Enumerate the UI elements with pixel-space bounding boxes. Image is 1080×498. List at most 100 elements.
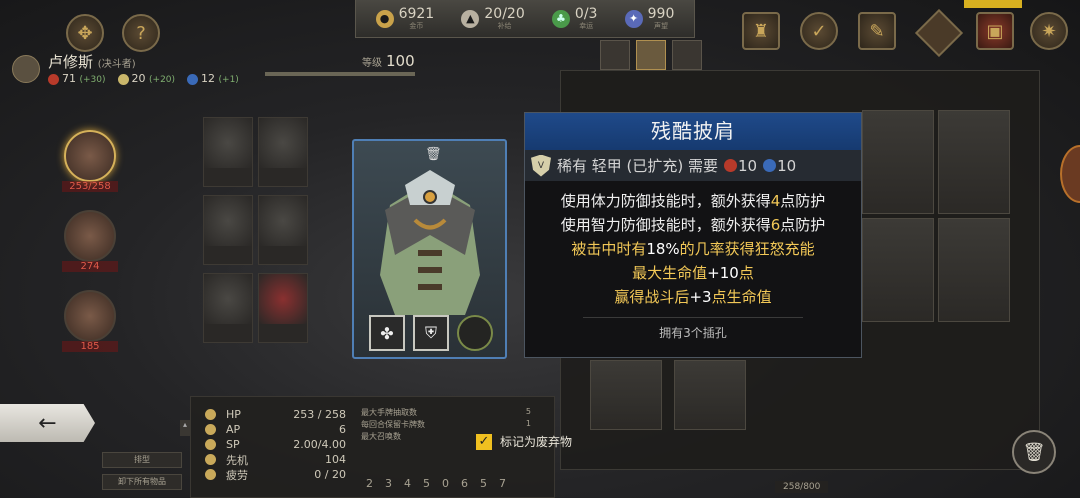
tooltip-subtitle: V 稀有 轻甲 (已扩充) 需要 10 10 <box>525 150 861 181</box>
party-portrait-3[interactable] <box>64 290 116 342</box>
tooltip-line-2: 使用智力防御技能时，额外获得6点防护 <box>560 216 826 234</box>
inventory-capacity: 258/800 <box>775 481 829 493</box>
stat-row-sp: SP 2.00/4.00 <box>191 437 346 452</box>
stat-hp-value: 71 <box>62 72 76 85</box>
collapse-toggle[interactable]: ▴ <box>180 420 190 436</box>
equip-slot-head[interactable] <box>203 117 253 187</box>
discard-checkbox[interactable]: ✓ <box>476 433 492 450</box>
scroll-icon[interactable]: ✎ <box>858 12 896 50</box>
luck-label: 幸运 <box>579 21 594 30</box>
item-card[interactable]: 🗑 ✤ ⛨ <box>352 139 507 359</box>
stat-armor-bonus: (+20) <box>149 75 176 85</box>
stat-cards-kept: 每回合保留卡牌数 1 <box>361 419 531 429</box>
stat-row-hp: HP 253 / 258 <box>191 407 346 422</box>
tab-weapons[interactable] <box>672 40 702 70</box>
clover-icon: ♣ <box>551 9 570 28</box>
equip-slot-gloves[interactable] <box>258 117 308 187</box>
trash-button[interactable]: 🗑 <box>1012 430 1056 474</box>
help-icon[interactable]: ? <box>122 14 160 52</box>
tooltip-line-1: 使用体力防御技能时，额外获得4点防护 <box>560 192 826 210</box>
emblem-icon[interactable]: ✥ <box>66 14 104 52</box>
character-name: 卢修斯 (决斗者) <box>48 51 136 72</box>
level-display: 等级 100 <box>362 52 415 70</box>
resource-gold: ● 6921 金币 <box>375 7 434 31</box>
equip-slot-body[interactable] <box>203 195 253 265</box>
unequip-all-button[interactable]: 卸下所有物品 <box>102 474 182 490</box>
stat-magic-bonus: (+1) <box>218 75 239 85</box>
equip-slot-weapon[interactable] <box>258 195 308 265</box>
sort-button[interactable]: 排型 <box>102 452 182 468</box>
level-label: 等级 <box>362 58 382 69</box>
back-arrow-icon: ← <box>38 410 57 436</box>
resource-luck: ♣ 0/3 幸运 <box>551 5 598 31</box>
tooltip-line-3: 被击中时有18%的几率获得狂怒充能 <box>571 240 815 258</box>
resource-bar: ● 6921 金币 ▲ 20/20 补给 ♣ 0/3 幸运 ✦ 990 声望 <box>355 0 695 38</box>
inventory-cell[interactable] <box>590 360 662 430</box>
tooltip-line-5: 赢得战斗后+3点生命值 <box>614 288 772 306</box>
compass-icon[interactable]: ✷ <box>1030 12 1068 50</box>
sp-stat-icon <box>205 439 216 450</box>
cloak-item-image <box>380 170 480 315</box>
stat-hp: 71 (+30) <box>48 72 106 85</box>
stat-magic-value: 12 <box>201 72 216 85</box>
socket-shield-icon[interactable]: ⛨ <box>413 315 449 351</box>
strength-req-icon <box>724 159 738 172</box>
tooltip-rarity-type: 稀有 轻甲 (已扩充) 需要 <box>557 157 719 175</box>
party-hp-1: 253/258 <box>62 181 118 192</box>
stat-row-initiative: 先机 104 <box>191 452 346 467</box>
item-tooltip: 残酷披肩 V 稀有 轻甲 (已扩充) 需要 10 10 使用体力防御技能时，额外… <box>524 112 862 358</box>
socket-empty[interactable] <box>457 315 493 351</box>
trash-icon: 🗑 <box>1022 441 1046 463</box>
inventory-cell[interactable] <box>938 218 1010 322</box>
resource-reputation: ✦ 990 声望 <box>624 5 675 31</box>
strength-requirement: 10 <box>738 156 758 175</box>
class-icon <box>12 55 40 83</box>
intellect-requirement: 10 <box>777 156 797 175</box>
stat-armor-value: 20 <box>131 72 146 85</box>
character-name-text: 卢修斯 <box>48 53 94 71</box>
stat-magic: 12 (+1) <box>187 72 239 85</box>
back-button[interactable]: ← <box>0 404 95 442</box>
trash-small-icon[interactable]: 🗑 <box>425 147 442 162</box>
magic-icon <box>187 73 199 85</box>
discard-label: 标记为废弃物 <box>500 435 573 449</box>
party-hp-2: 274 <box>62 261 118 272</box>
party-hp-3: 185 <box>62 341 118 352</box>
stat-row-fatigue: 疲劳 0 / 20 <box>191 467 346 482</box>
party-portrait-1[interactable] <box>64 130 116 182</box>
gold-coin-icon: ● <box>375 9 394 28</box>
inventory-cell[interactable] <box>862 218 934 322</box>
party-portrait-2[interactable] <box>64 210 116 262</box>
inventory-cell[interactable] <box>938 110 1010 214</box>
provisions-label: 补给 <box>497 21 512 30</box>
hp-stat-icon <box>205 409 216 420</box>
stat-armor: 20 (+20) <box>117 72 176 85</box>
notification-tab[interactable] <box>964 0 1022 8</box>
level-value: 100 <box>386 52 415 70</box>
tab-all[interactable] <box>600 40 630 70</box>
tab-armor[interactable] <box>636 40 666 70</box>
luck-value: 0/3 <box>574 5 598 22</box>
equip-slot-legs[interactable] <box>203 273 253 343</box>
map-icon[interactable] <box>914 8 964 58</box>
rarity-shield-icon: V <box>531 154 551 177</box>
chest-icon[interactable]: ▣ <box>976 12 1014 50</box>
character-class: (决斗者) <box>97 59 136 70</box>
socket-rune-icon[interactable]: ✤ <box>369 315 405 351</box>
inventory-cell[interactable] <box>862 110 934 214</box>
ap-stat-icon <box>205 424 216 435</box>
quest-check-icon[interactable]: ✓ <box>800 12 838 50</box>
strength-icon <box>48 73 59 85</box>
provisions-value: 20/20 <box>484 5 525 22</box>
inventory-cell[interactable] <box>674 360 746 430</box>
equip-slot-accessory[interactable] <box>258 273 308 343</box>
castle-icon[interactable]: ♜ <box>742 12 780 50</box>
discard-toggle[interactable]: ✓ 标记为废弃物 <box>476 433 572 450</box>
reputation-value: 990 <box>647 5 675 22</box>
tooltip-title: 残酷披肩 <box>525 113 861 150</box>
tooltip-divider <box>583 317 803 318</box>
reputation-icon: ✦ <box>624 9 643 28</box>
xp-bar <box>265 72 415 76</box>
fatigue-stat-icon <box>205 469 216 480</box>
side-scroll-button[interactable] <box>1060 145 1080 203</box>
